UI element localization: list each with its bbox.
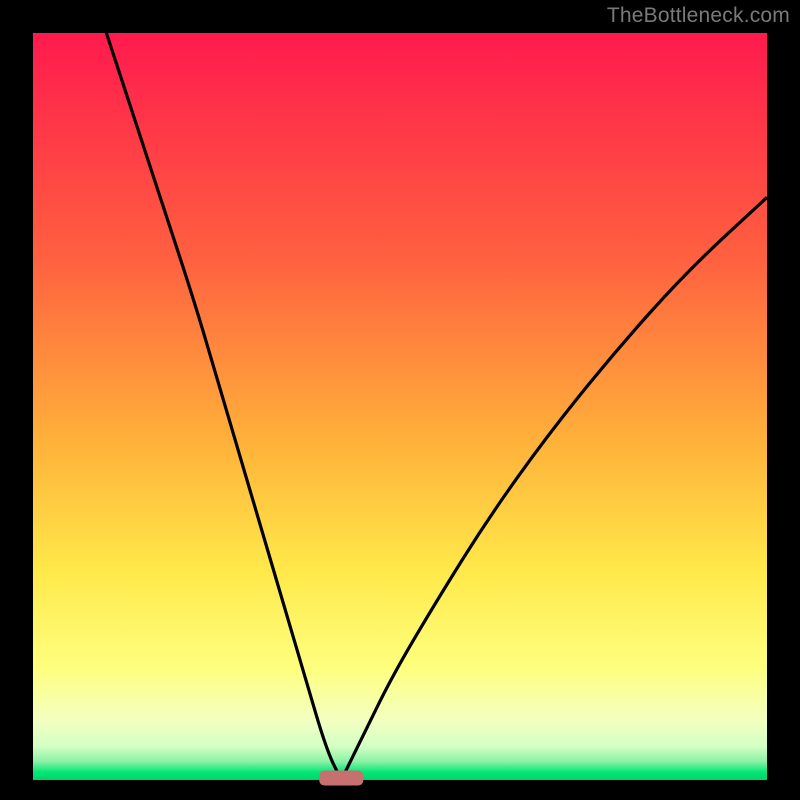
bottleneck-chart bbox=[0, 0, 800, 800]
watermark-text: TheBottleneck.com bbox=[607, 4, 790, 28]
optimal-marker bbox=[319, 771, 363, 786]
